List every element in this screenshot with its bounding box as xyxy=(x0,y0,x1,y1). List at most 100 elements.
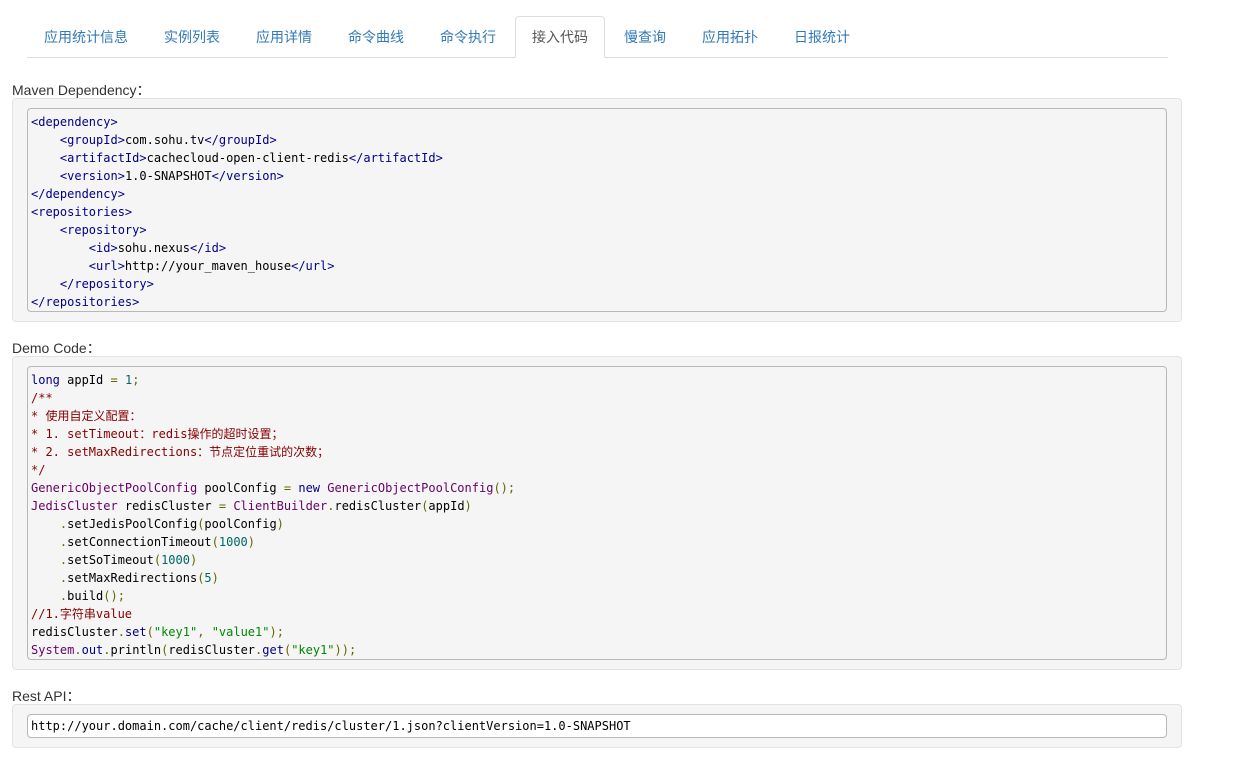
code-token: = xyxy=(218,499,227,513)
tab-5[interactable]: 接入代码 xyxy=(515,16,605,58)
code-token: "value1" xyxy=(211,625,270,639)
code-token: //1.字符串value xyxy=(31,607,133,621)
demo-code-line: .setJedisPoolConfig(poolConfig) xyxy=(31,515,1163,533)
code-token: </dependency> xyxy=(31,187,125,201)
demo-code-line: long appId = 1; xyxy=(31,371,1163,389)
demo-code-line: .setConnectionTimeout(1000) xyxy=(31,533,1163,551)
tab-4[interactable]: 命令执行 xyxy=(423,16,513,57)
demo-code-line: GenericObjectPoolConfig poolConfig = new… xyxy=(31,479,1163,497)
code-token: cachecloud-open-client-redis xyxy=(146,151,349,165)
code-token: long xyxy=(31,373,60,387)
demo-code-label: Demo Code： xyxy=(12,340,101,356)
maven-code-line: <url>http://your_maven_house</url> xyxy=(31,257,1163,275)
code-token: . xyxy=(74,643,82,657)
tab-7[interactable]: 应用拓扑 xyxy=(685,16,775,57)
code-token: "key1" xyxy=(291,643,335,657)
demo-code-line: /** xyxy=(31,389,1163,407)
code-token: ) xyxy=(276,517,284,531)
code-token: <repository> xyxy=(59,223,147,237)
code-token: . xyxy=(103,643,111,657)
code-token: 1000 xyxy=(218,535,248,549)
demo-code-line: * 2. setMaxRedirections：节点定位重试的次数； xyxy=(31,443,1163,461)
maven-well: <dependency> <groupId>com.sohu.tv</group… xyxy=(12,98,1182,322)
code-token: = xyxy=(110,373,118,387)
code-token: <artifactId> xyxy=(59,151,147,165)
code-token: </groupId> xyxy=(204,133,277,147)
maven-code-line: <artifactId>cachecloud-open-client-redis… xyxy=(31,149,1163,167)
code-token: ( xyxy=(211,535,219,549)
code-token: appId xyxy=(59,373,111,387)
app-page: 应用统计信息 实例列表 应用详情 命令曲线 命令执行 接入代码 慢查询 应用拓扑 日报统计 Ma… xyxy=(0,0,1244,775)
code-token: ( xyxy=(146,625,154,639)
code-token: */ xyxy=(31,463,46,477)
code-token: redisCluster xyxy=(334,499,422,513)
code-token: (); xyxy=(103,589,125,603)
code-token: * 使用自定义配置： xyxy=(31,409,142,423)
demo-code-line: //1.字符串value xyxy=(31,605,1163,623)
tab-6[interactable]: 慢查询 xyxy=(607,16,683,57)
maven-code-line: <groupId>com.sohu.tv</groupId> xyxy=(31,131,1163,149)
code-token: * 2. setMaxRedirections：节点定位重试的次数； xyxy=(31,445,330,459)
rest-api-url-field[interactable]: http://your.domain.com/cache/client/redi… xyxy=(27,714,1167,738)
code-token: poolConfig xyxy=(197,481,284,495)
code-token: <version> xyxy=(59,169,125,183)
code-token: </artifactId> xyxy=(348,151,443,165)
code-token: poolConfig xyxy=(204,517,277,531)
code-token: redisCluster xyxy=(168,643,256,657)
tab-2[interactable]: 应用详情 xyxy=(239,16,329,57)
demo-code-line: redisCluster.set("key1", "value1"); xyxy=(31,623,1163,641)
tab-3[interactable]: 命令曲线 xyxy=(331,16,421,57)
code-token: 5 xyxy=(204,571,212,585)
app-tabs: 应用统计信息 实例列表 应用详情 命令曲线 命令执行 接入代码 慢查询 应用拓扑 日报统计 xyxy=(27,16,1168,58)
tab-0[interactable]: 应用统计信息 xyxy=(27,16,145,57)
code-token: appId xyxy=(428,499,465,513)
rest-api-label: Rest API： xyxy=(12,688,81,704)
code-token: redisCluster xyxy=(31,625,118,639)
code-token: )); xyxy=(334,643,357,657)
maven-code-line: <repositories> xyxy=(31,203,1163,221)
maven-code-line: <id>sohu.nexus</id> xyxy=(31,239,1163,257)
demo-code-block[interactable]: long appId = 1; /** * 使用自定义配置： * 1. setTime… xyxy=(27,366,1167,660)
demo-well: long appId = 1; /** * 使用自定义配置： * 1. setTime… xyxy=(12,356,1182,670)
code-token: setConnectionTimeout xyxy=(67,535,212,549)
code-token: 1000 xyxy=(161,553,190,567)
code-token: <id> xyxy=(88,241,118,255)
code-token: System xyxy=(31,643,75,657)
demo-code-line: * 使用自定义配置： xyxy=(31,407,1163,425)
code-token: setSoTimeout xyxy=(67,553,154,567)
code-token: 1.0-SNAPSHOT xyxy=(124,169,212,183)
code-token: </id> xyxy=(189,241,227,255)
maven-code-line: <version>1.0-SNAPSHOT</version> xyxy=(31,167,1163,185)
code-token: build xyxy=(67,589,104,603)
maven-code-line: <dependency> xyxy=(31,113,1163,131)
code-token: ( xyxy=(153,553,162,567)
tab-8[interactable]: 日报统计 xyxy=(777,16,867,57)
code-token: JedisCluster xyxy=(31,499,118,513)
code-token: <groupId> xyxy=(59,133,125,147)
code-token: ) xyxy=(247,535,256,549)
code-token: new xyxy=(298,481,321,495)
code-token: * 1. setTimeout：redis操作的超时设置； xyxy=(31,427,284,441)
code-token: ; xyxy=(132,373,140,387)
code-token: <dependency> xyxy=(31,115,118,129)
code-token: com.sohu.tv xyxy=(124,133,205,147)
code-token: /** xyxy=(31,391,53,405)
maven-code-line: </repository> xyxy=(31,275,1163,293)
maven-code-block[interactable]: <dependency> <groupId>com.sohu.tv</group… xyxy=(27,108,1167,312)
code-token: </url> xyxy=(291,259,335,273)
code-token: get xyxy=(262,643,284,657)
code-token: GenericObjectPoolConfig xyxy=(327,481,494,495)
code-token: ClientBuilder xyxy=(233,499,328,513)
tab-1[interactable]: 实例列表 xyxy=(147,16,237,57)
code-token: ); xyxy=(269,625,284,639)
